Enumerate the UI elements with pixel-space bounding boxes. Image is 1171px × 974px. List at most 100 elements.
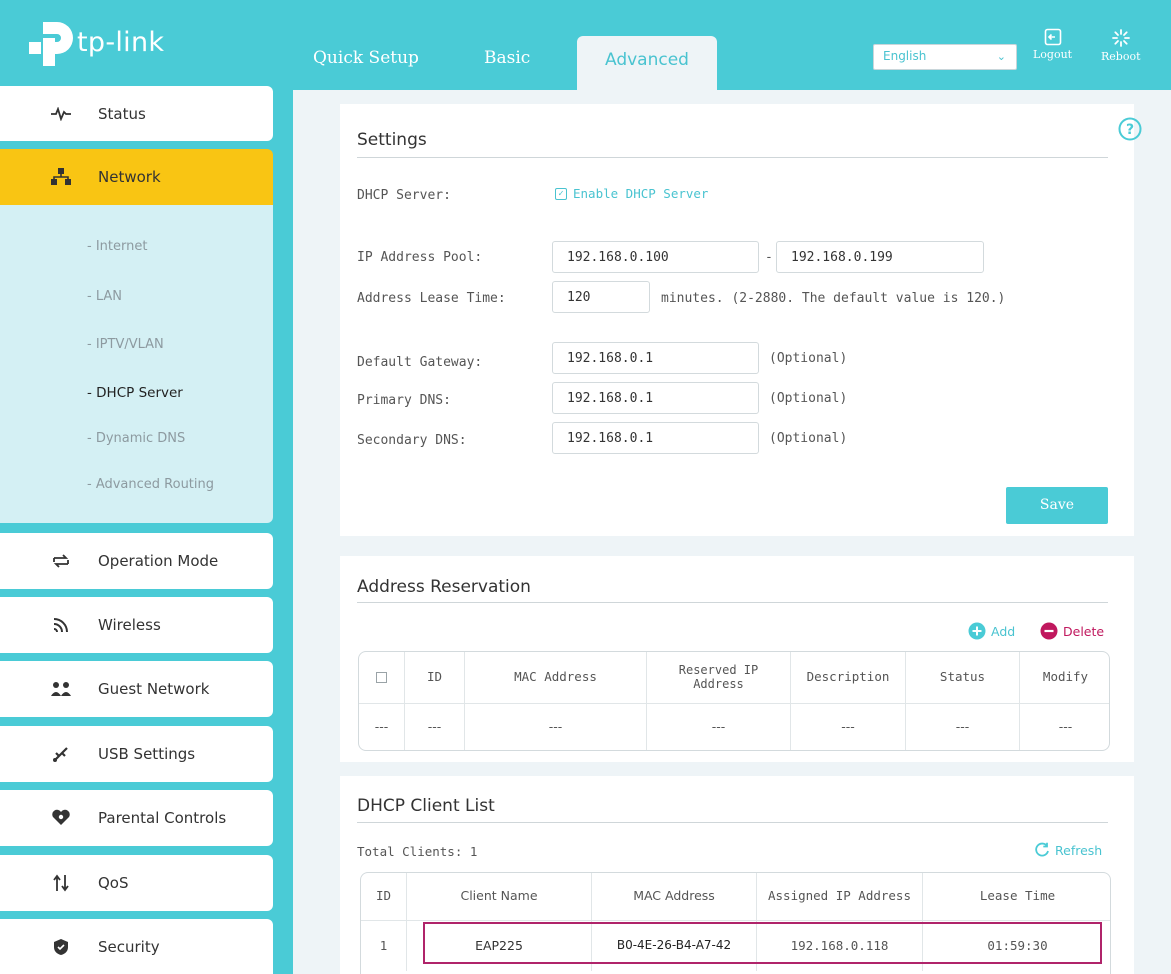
secondary-dns-input[interactable]: 192.168.0.1	[552, 422, 759, 454]
add-icon	[968, 622, 986, 640]
tab-basic[interactable]: Basic	[484, 48, 530, 68]
refresh-label: Refresh	[1055, 842, 1103, 858]
add-button[interactable]: Add	[968, 622, 1015, 640]
sidebar-item-wireless[interactable]: Wireless	[0, 597, 273, 653]
divider	[357, 157, 1108, 158]
help-icon[interactable]: ?	[1118, 117, 1142, 141]
checkbox-checked-icon: ✓	[555, 187, 567, 200]
logout-label: Logout	[1033, 48, 1073, 61]
network-submenu: - Internet - LAN - IPTV/VLAN - DHCP Serv…	[0, 205, 273, 523]
sidebar-item-security[interactable]: Security	[0, 919, 273, 974]
table-header-row: ID MAC Address Reserved IP Address Descr…	[359, 652, 1109, 704]
submenu-iptv-vlan[interactable]: - IPTV/VLAN	[87, 337, 164, 352]
brand-logo: tp-link	[27, 18, 164, 70]
sidebar-item-label: Wireless	[98, 616, 161, 634]
sidebar-item-label: Operation Mode	[98, 552, 219, 570]
logout-icon	[1044, 28, 1061, 46]
enable-dhcp-label: Enable DHCP Server	[573, 186, 709, 201]
primary-dns-input[interactable]: 192.168.0.1	[552, 382, 759, 414]
sidebar-item-status[interactable]: Status	[0, 86, 273, 141]
reboot-icon	[1111, 29, 1130, 47]
column-header: Reserved IP Address	[647, 652, 791, 703]
submenu-internet[interactable]: - Internet	[87, 239, 147, 254]
delete-button[interactable]: Delete	[1040, 622, 1104, 640]
lease-time-input[interactable]: 120	[552, 281, 650, 313]
lease-time-label: Address Lease Time:	[357, 291, 506, 306]
table-cell: ---	[405, 704, 465, 750]
sidebar-item-qos[interactable]: QoS	[0, 855, 273, 911]
highlighted-client-row	[423, 922, 1102, 964]
lease-time-note: minutes. (2-2880. The default value is 1…	[661, 291, 1006, 306]
column-header: Status	[906, 652, 1020, 703]
table-cell: ---	[1058, 719, 1073, 735]
sidebar-item-label: USB Settings	[98, 745, 196, 763]
reboot-button[interactable]: Reboot	[1101, 28, 1141, 63]
submenu-lan[interactable]: - LAN	[87, 289, 122, 304]
table-cell: ---	[359, 704, 405, 750]
divider	[357, 822, 1108, 823]
ip-pool-separator: -	[765, 250, 773, 265]
svg-text:?: ?	[1126, 122, 1134, 138]
default-gateway-input[interactable]: 192.168.0.1	[552, 342, 759, 374]
default-gateway-label: Default Gateway:	[357, 355, 483, 370]
settings-panel	[340, 104, 1134, 536]
brand-name: tp-link	[77, 26, 165, 58]
table-cell: 1	[361, 921, 407, 971]
column-header: MAC Address	[592, 873, 757, 920]
shield-icon	[50, 936, 72, 958]
sidebar-item-label: Status	[98, 104, 146, 123]
tab-advanced[interactable]: Advanced	[577, 36, 717, 90]
swap-icon	[50, 550, 72, 572]
sidebar-item-label: Network	[98, 168, 161, 186]
refresh-button[interactable]: Refresh	[1034, 842, 1102, 858]
chevron-down-icon: ⌄	[996, 50, 1006, 63]
tab-quick-setup[interactable]: Quick Setup	[313, 48, 419, 68]
address-reservation-table: ID MAC Address Reserved IP Address Descr…	[358, 651, 1110, 751]
column-header: Description	[791, 652, 906, 703]
submenu-dynamic-dns[interactable]: - Dynamic DNS	[87, 431, 185, 446]
language-value: English	[883, 49, 927, 63]
divider	[357, 602, 1108, 603]
table-header-row: ID Client Name MAC Address Assigned IP A…	[361, 873, 1110, 921]
top-header: tp-link Quick Setup Basic Advanced Engli…	[0, 0, 1171, 90]
sidebar-item-usb-settings[interactable]: USB Settings	[0, 726, 273, 782]
column-header: MAC Address	[465, 652, 647, 703]
logout-button[interactable]: Logout	[1033, 28, 1072, 61]
guest-users-icon	[50, 678, 72, 700]
dhcp-client-list-title: DHCP Client List	[357, 796, 495, 816]
refresh-icon	[1035, 842, 1049, 857]
optional-note: (Optional)	[769, 351, 848, 366]
column-header: ID	[405, 652, 465, 703]
ip-pool-end-input[interactable]: 192.168.0.199	[776, 241, 984, 273]
add-label: Add	[991, 623, 1016, 639]
column-header: Client Name	[407, 873, 592, 920]
column-header: ID	[361, 873, 407, 920]
sidebar-item-label: Parental Controls	[98, 809, 227, 827]
sidebar-item-network[interactable]: Network	[0, 149, 273, 205]
column-header: Lease Time	[979, 888, 1056, 904]
optional-note: (Optional)	[769, 391, 848, 406]
sidebar-item-label: Guest Network	[98, 680, 210, 698]
table-cell: ---	[647, 704, 791, 750]
delete-icon	[1040, 622, 1058, 640]
select-all-checkbox[interactable]	[359, 652, 405, 703]
sidebar-item-guest-network[interactable]: Guest Network	[0, 661, 273, 717]
sidebar-item-label: Security	[98, 937, 160, 956]
language-select[interactable]: English ⌄	[873, 44, 1017, 70]
table-cell: ---	[465, 704, 647, 750]
sidebar-item-parental-controls[interactable]: Parental Controls	[0, 790, 273, 846]
enable-dhcp-checkbox[interactable]: ✓ Enable DHCP Server	[555, 186, 708, 201]
sidebar-item-operation-mode[interactable]: Operation Mode	[0, 533, 273, 589]
optional-note: (Optional)	[769, 431, 848, 446]
network-icon	[50, 166, 72, 188]
delete-label: Delete	[1063, 623, 1105, 639]
column-header: Modify	[1042, 669, 1089, 685]
ip-pool-start-input[interactable]: 192.168.0.100	[552, 241, 759, 273]
submenu-dhcp-server[interactable]: - DHCP Server	[87, 385, 183, 401]
submenu-advanced-routing[interactable]: - Advanced Routing	[87, 477, 214, 492]
save-button[interactable]: Save	[1006, 487, 1108, 524]
usb-icon	[50, 743, 72, 765]
ip-pool-label: IP Address Pool:	[357, 250, 483, 265]
table-cell: ---	[906, 704, 1020, 750]
total-clients-label: Total Clients: 1	[357, 844, 478, 859]
